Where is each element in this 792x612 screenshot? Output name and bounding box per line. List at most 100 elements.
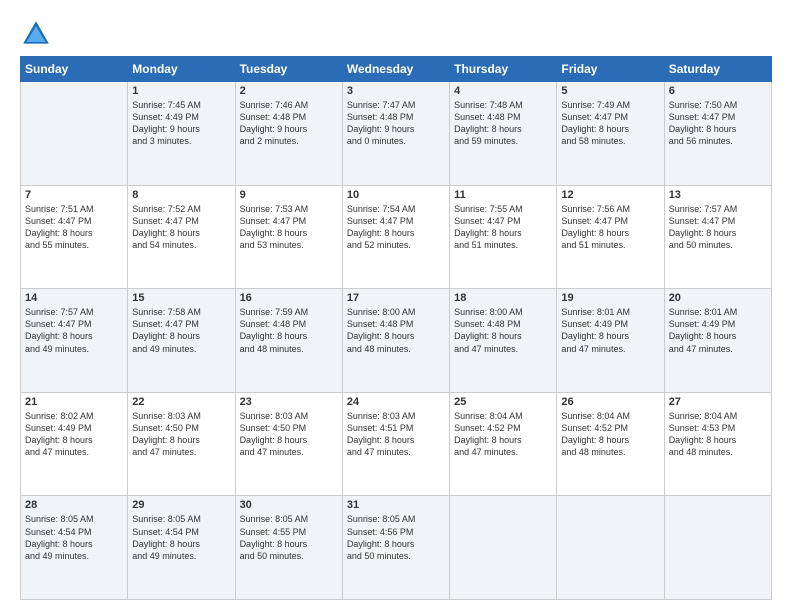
day-cell: [557, 496, 664, 600]
day-info: Sunrise: 8:04 AM Sunset: 4:53 PM Dayligh…: [669, 410, 767, 459]
day-number: 16: [240, 292, 338, 304]
day-cell: 21Sunrise: 8:02 AM Sunset: 4:49 PM Dayli…: [21, 392, 128, 496]
day-cell: 4 Sunrise: 7:48 AM Sunset: 4:48 PM Daylig…: [450, 82, 557, 186]
day-info: Sunrise: 8:05 AM Sunset: 4:55 PM Dayligh…: [240, 513, 338, 562]
day-number: 15: [132, 292, 230, 304]
col-header-wednesday: Wednesday: [342, 57, 449, 82]
day-number: 14: [25, 292, 123, 304]
day-cell: 14 Sunrise: 7:57 AM Sunset: 4:47 PM Dayli…: [21, 289, 128, 393]
day-cell: 10Sunrise: 7:54 AM Sunset: 4:47 PM Dayli…: [342, 185, 449, 289]
day-number: 7: [25, 189, 123, 201]
day-info: Sunrise: 7:56 AM Sunset: 4:47 PM Dayligh…: [561, 203, 659, 252]
week-row-2: 7 Sunrise: 7:51 AM Sunset: 4:47 PM Daylig…: [21, 185, 772, 289]
day-cell: 11 Sunrise: 7:55 AM Sunset: 4:47 PM Dayli…: [450, 185, 557, 289]
day-info: Sunrise: 7:48 AM Sunset: 4:48 PM Dayligh…: [454, 99, 552, 148]
day-cell: 27 Sunrise: 8:04 AM Sunset: 4:53 PM Dayli…: [664, 392, 771, 496]
day-number: 1: [132, 85, 230, 97]
day-number: 9: [240, 189, 338, 201]
day-info: Sunrise: 7:57 AM Sunset: 4:47 PM Dayligh…: [669, 203, 767, 252]
day-number: 27: [669, 396, 767, 408]
day-info: Sunrise: 8:01 AM Sunset: 4:49 PM Dayligh…: [669, 306, 767, 355]
day-number: 29: [132, 499, 230, 511]
day-cell: 20 Sunrise: 8:01 AM Sunset: 4:49 PM Dayli…: [664, 289, 771, 393]
day-info: Sunrise: 7:52 AM Sunset: 4:47 PM Dayligh…: [132, 203, 230, 252]
day-cell: 15 Sunrise: 7:58 AM Sunset: 4:47 PM Dayli…: [128, 289, 235, 393]
day-number: 12: [561, 189, 659, 201]
day-cell: 23 Sunrise: 8:03 AM Sunset: 4:50 PM Dayli…: [235, 392, 342, 496]
day-cell: 30 Sunrise: 8:05 AM Sunset: 4:55 PM Dayli…: [235, 496, 342, 600]
day-number: 17: [347, 292, 445, 304]
day-cell: 7 Sunrise: 7:51 AM Sunset: 4:47 PM Daylig…: [21, 185, 128, 289]
day-info: Sunrise: 8:00 AM Sunset: 4:48 PM Dayligh…: [347, 306, 445, 355]
day-cell: [664, 496, 771, 600]
day-number: 26: [561, 396, 659, 408]
day-number: 11: [454, 189, 552, 201]
day-cell: 9 Sunrise: 7:53 AM Sunset: 4:47 PM Daylig…: [235, 185, 342, 289]
day-number: 30: [240, 499, 338, 511]
calendar-table: SundayMondayTuesdayWednesdayThursdayFrid…: [20, 56, 772, 600]
week-row-5: 28 Sunrise: 8:05 AM Sunset: 4:54 PM Dayli…: [21, 496, 772, 600]
header: [20, 18, 772, 50]
day-number: 18: [454, 292, 552, 304]
col-header-friday: Friday: [557, 57, 664, 82]
day-cell: 29 Sunrise: 8:05 AM Sunset: 4:54 PM Dayli…: [128, 496, 235, 600]
day-info: Sunrise: 7:45 AM Sunset: 4:49 PM Dayligh…: [132, 99, 230, 148]
day-cell: 25 Sunrise: 8:04 AM Sunset: 4:52 PM Dayli…: [450, 392, 557, 496]
day-info: Sunrise: 7:50 AM Sunset: 4:47 PM Dayligh…: [669, 99, 767, 148]
day-info: Sunrise: 7:57 AM Sunset: 4:47 PM Dayligh…: [25, 306, 123, 355]
day-cell: 1 Sunrise: 7:45 AM Sunset: 4:49 PM Daylig…: [128, 82, 235, 186]
day-info: Sunrise: 7:53 AM Sunset: 4:47 PM Dayligh…: [240, 203, 338, 252]
logo: [20, 18, 56, 50]
day-cell: 17 Sunrise: 8:00 AM Sunset: 4:48 PM Dayli…: [342, 289, 449, 393]
day-info: Sunrise: 8:03 AM Sunset: 4:50 PM Dayligh…: [132, 410, 230, 459]
day-info: Sunrise: 7:58 AM Sunset: 4:47 PM Dayligh…: [132, 306, 230, 355]
day-info: Sunrise: 8:05 AM Sunset: 4:54 PM Dayligh…: [132, 513, 230, 562]
day-cell: [450, 496, 557, 600]
page: SundayMondayTuesdayWednesdayThursdayFrid…: [0, 0, 792, 612]
day-number: 28: [25, 499, 123, 511]
day-info: Sunrise: 8:03 AM Sunset: 4:50 PM Dayligh…: [240, 410, 338, 459]
day-number: 20: [669, 292, 767, 304]
day-cell: 22 Sunrise: 8:03 AM Sunset: 4:50 PM Dayli…: [128, 392, 235, 496]
day-cell: 24Sunrise: 8:03 AM Sunset: 4:51 PM Dayli…: [342, 392, 449, 496]
day-number: 2: [240, 85, 338, 97]
col-header-saturday: Saturday: [664, 57, 771, 82]
day-number: 23: [240, 396, 338, 408]
day-info: Sunrise: 7:55 AM Sunset: 4:47 PM Dayligh…: [454, 203, 552, 252]
day-number: 25: [454, 396, 552, 408]
day-cell: 16Sunrise: 7:59 AM Sunset: 4:48 PM Dayli…: [235, 289, 342, 393]
day-info: Sunrise: 8:05 AM Sunset: 4:54 PM Dayligh…: [25, 513, 123, 562]
day-cell: 3Sunrise: 7:47 AM Sunset: 4:48 PM Daylig…: [342, 82, 449, 186]
day-number: 5: [561, 85, 659, 97]
col-header-tuesday: Tuesday: [235, 57, 342, 82]
day-cell: 13 Sunrise: 7:57 AM Sunset: 4:47 PM Dayli…: [664, 185, 771, 289]
day-info: Sunrise: 7:46 AM Sunset: 4:48 PM Dayligh…: [240, 99, 338, 148]
day-info: Sunrise: 8:05 AM Sunset: 4:56 PM Dayligh…: [347, 513, 445, 562]
col-header-monday: Monday: [128, 57, 235, 82]
day-number: 21: [25, 396, 123, 408]
day-info: Sunrise: 8:04 AM Sunset: 4:52 PM Dayligh…: [454, 410, 552, 459]
day-number: 13: [669, 189, 767, 201]
day-cell: 2 Sunrise: 7:46 AM Sunset: 4:48 PM Daylig…: [235, 82, 342, 186]
logo-icon: [20, 18, 52, 50]
day-cell: 28 Sunrise: 8:05 AM Sunset: 4:54 PM Dayli…: [21, 496, 128, 600]
day-cell: [21, 82, 128, 186]
day-number: 22: [132, 396, 230, 408]
day-info: Sunrise: 8:01 AM Sunset: 4:49 PM Dayligh…: [561, 306, 659, 355]
col-header-thursday: Thursday: [450, 57, 557, 82]
day-number: 4: [454, 85, 552, 97]
week-row-3: 14 Sunrise: 7:57 AM Sunset: 4:47 PM Dayli…: [21, 289, 772, 393]
day-cell: 12 Sunrise: 7:56 AM Sunset: 4:47 PM Dayli…: [557, 185, 664, 289]
day-number: 8: [132, 189, 230, 201]
day-number: 3: [347, 85, 445, 97]
week-row-4: 21Sunrise: 8:02 AM Sunset: 4:49 PM Dayli…: [21, 392, 772, 496]
day-cell: 5Sunrise: 7:49 AM Sunset: 4:47 PM Daylig…: [557, 82, 664, 186]
day-info: Sunrise: 8:00 AM Sunset: 4:48 PM Dayligh…: [454, 306, 552, 355]
day-cell: 6 Sunrise: 7:50 AM Sunset: 4:47 PM Daylig…: [664, 82, 771, 186]
header-row: SundayMondayTuesdayWednesdayThursdayFrid…: [21, 57, 772, 82]
day-number: 6: [669, 85, 767, 97]
day-info: Sunrise: 7:54 AM Sunset: 4:47 PM Dayligh…: [347, 203, 445, 252]
week-row-1: 1 Sunrise: 7:45 AM Sunset: 4:49 PM Daylig…: [21, 82, 772, 186]
col-header-sunday: Sunday: [21, 57, 128, 82]
day-info: Sunrise: 7:51 AM Sunset: 4:47 PM Dayligh…: [25, 203, 123, 252]
